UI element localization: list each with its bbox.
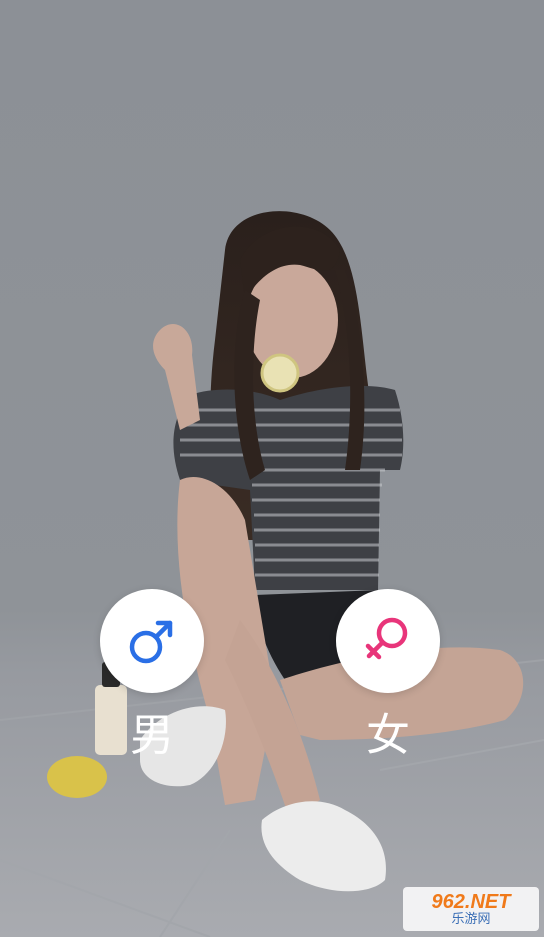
female-symbol-icon (365, 617, 408, 660)
background-photo (0, 0, 544, 937)
female-option-button[interactable] (336, 589, 440, 693)
male-option-button[interactable] (100, 589, 204, 693)
site-watermark: 962.NET 乐游网 (403, 887, 539, 931)
watermark-subtitle: 乐游网 (451, 912, 491, 927)
female-label: 女 (366, 710, 410, 761)
watermark-brand: 962.NET (431, 891, 511, 913)
male-symbol-icon (129, 620, 173, 664)
male-label: 男 (130, 710, 174, 761)
